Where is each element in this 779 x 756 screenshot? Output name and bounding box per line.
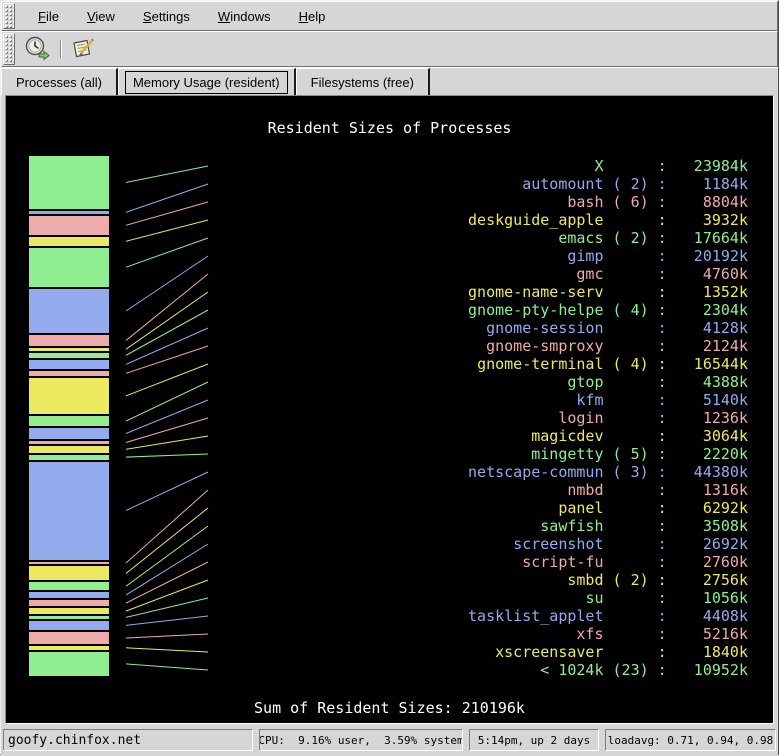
process-row-nmbd: nmbd : 1316k [468, 481, 748, 499]
process-row-gnome-pty-helpe: gnome-pty-helpe ( 4) : 2304k [468, 301, 748, 319]
process-row-netscape-commun: netscape-commun ( 3) : 44380k [468, 463, 748, 481]
tab-processes-all[interactable]: Processes (all) [1, 68, 118, 95]
status-bar: goofy.chinfox.net CPU: 9.16% user, 3.59%… [1, 725, 778, 756]
process-list: X : 23984kautomount ( 2) : 1184kbash ( 6… [468, 157, 748, 679]
process-row-login: login : 1236k [468, 409, 748, 427]
process-row-gnome-session: gnome-session : 4128k [468, 319, 748, 337]
status-loadavg: loadavg: 0.71, 0.94, 0.98 [605, 729, 776, 751]
toolbar [1, 31, 778, 67]
process-row-gtop: gtop : 4388k [468, 373, 748, 391]
process-row-screenshot: screenshot : 2692k [468, 535, 748, 553]
toolbar-separator [60, 40, 62, 58]
process-row-automount: automount ( 2) : 1184k [468, 175, 748, 193]
menu-bar: FileViewSettingsWindowsHelp [1, 1, 778, 31]
menu-settings[interactable]: Settings [131, 5, 202, 28]
chart-footer-sum: Sum of Resident Sizes: 210196k [6, 699, 773, 717]
menubar-grip-handle[interactable] [3, 3, 15, 29]
process-row-su: su : 1056k [468, 589, 748, 607]
process-row-mingetty: mingetty ( 5) : 2220k [468, 445, 748, 463]
tab-label: Memory Usage (resident) [125, 71, 288, 94]
menu-windows[interactable]: Windows [206, 5, 283, 28]
tab-filesystems-free[interactable]: Filesystems (free) [296, 68, 430, 95]
tab-label: Filesystems (free) [303, 71, 422, 94]
process-row-magicdev: magicdev : 3064k [468, 427, 748, 445]
process-row-gmc: gmc : 4760k [468, 265, 748, 283]
process-row-gnome-terminal: gnome-terminal ( 4) : 16544k [468, 355, 748, 373]
menu-items: FileViewSettingsWindowsHelp [16, 2, 337, 30]
process-row-gimp: gimp : 20192k [468, 247, 748, 265]
chart-panel-wrapper: Resident Sizes of Processes X : 23984kau… [1, 95, 778, 725]
process-row-script-fu: script-fu : 2760k [468, 553, 748, 571]
tab-memory-usage-resident[interactable]: Memory Usage (resident) [118, 68, 296, 95]
process-row-gnome-smproxy: gnome-smproxy : 2124k [468, 337, 748, 355]
gtop-window: { "menu_bar": { "items": [ { "label": "F… [0, 0, 779, 755]
timer-icon[interactable] [22, 34, 52, 64]
toolbar-grip-handle[interactable] [3, 33, 15, 65]
process-row-bash: bash ( 6) : 8804k [468, 193, 748, 211]
menu-view[interactable]: View [75, 5, 127, 28]
process-row-X: X : 23984k [468, 157, 748, 175]
process-row-sawfish: sawfish : 3508k [468, 517, 748, 535]
process-row-kfm: kfm : 5140k [468, 391, 748, 409]
process-row-gnome-name-serv: gnome-name-serv : 1352k [468, 283, 748, 301]
tab-strip: Processes (all) Memory Usage (resident) Fi… [1, 67, 778, 95]
process-row-panel: panel : 6292k [468, 499, 748, 517]
process-row-xscreensaver: xscreensaver : 1840k [468, 643, 748, 661]
status-cpu: CPU: 9.16% user, 3.59% system [259, 729, 463, 751]
tab-label: Processes (all) [8, 71, 110, 94]
process-row--1024k: < 1024k (23) : 10952k [468, 661, 748, 679]
menu-help[interactable]: Help [287, 5, 338, 28]
status-hostname: goofy.chinfox.net [3, 729, 253, 751]
process-row-tasklist-applet: tasklist_applet : 4408k [468, 607, 748, 625]
process-row-xfs: xfs : 5216k [468, 625, 748, 643]
process-row-smbd: smbd ( 2) : 2756k [468, 571, 748, 589]
memory-usage-chart: Resident Sizes of Processes X : 23984kau… [5, 95, 774, 724]
status-uptime: 5:14pm, up 2 days [469, 729, 599, 751]
process-row-emacs: emacs ( 2) : 17664k [468, 229, 748, 247]
properties-icon[interactable] [68, 34, 98, 64]
process-row-deskguide-apple: deskguide_apple : 3932k [468, 211, 748, 229]
menu-file[interactable]: File [26, 5, 71, 28]
